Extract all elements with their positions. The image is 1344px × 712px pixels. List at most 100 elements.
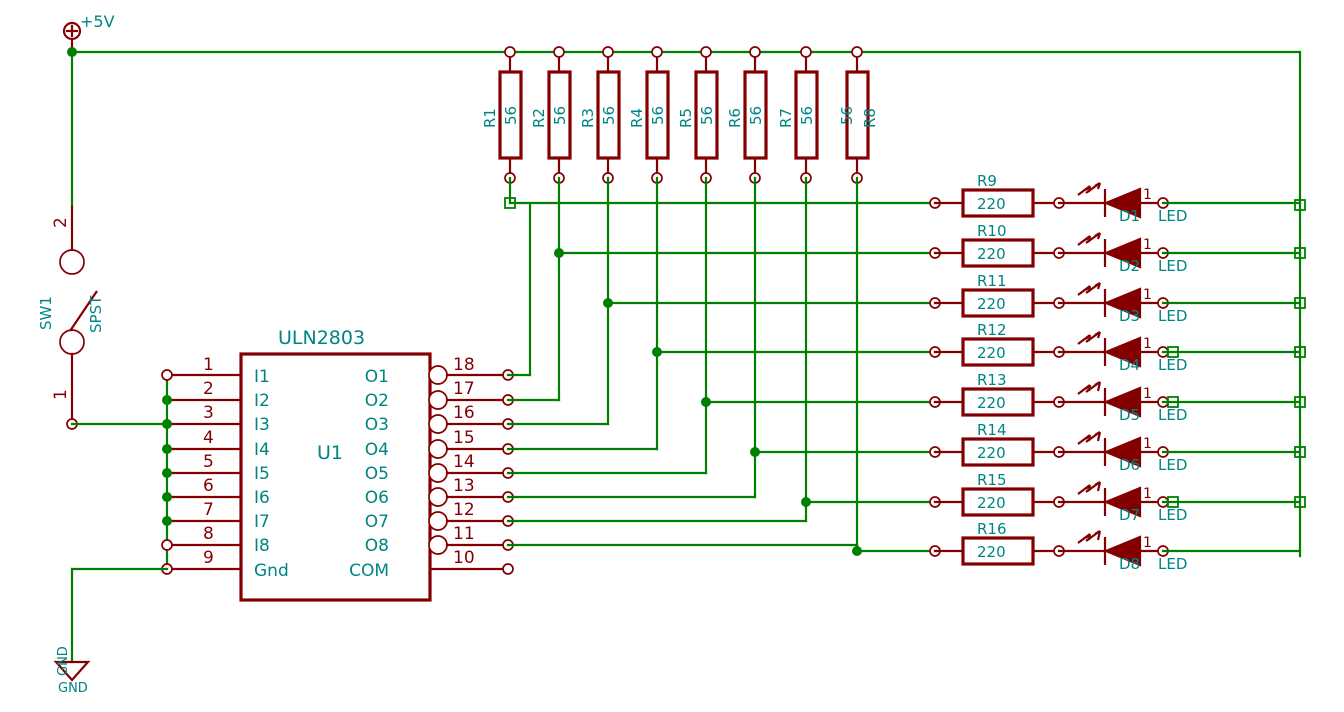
resistor-r5[interactable]: R5 56 xyxy=(677,46,719,184)
r16-reference: R16 xyxy=(977,520,1007,538)
junction-pin7 xyxy=(162,516,172,526)
r3-reference: R3 xyxy=(579,108,597,128)
ic-u1-uln2803[interactable]: ULN2803 U1 1 2 3 4 5 6 7 8 9 I1 I2 I3 I4… xyxy=(161,327,514,602)
u1-portname-i3: I3 xyxy=(254,415,270,435)
u1-pinnum-6: 6 xyxy=(203,476,214,496)
d4-emission-arrows xyxy=(1077,331,1102,345)
gnd-inner-label: GND xyxy=(56,646,71,676)
r1-value: 56 xyxy=(502,106,520,125)
u1-pinnum-2: 2 xyxy=(203,379,214,399)
junction-pin3 xyxy=(162,419,172,429)
d8-emission-arrows xyxy=(1077,530,1102,544)
resistor-r4[interactable]: R4 56 xyxy=(628,46,670,184)
led-row-1[interactable]: R9 220 1 D1 LED xyxy=(929,172,1302,225)
pullup-resistor-bank[interactable]: R1 56 R2 56 R3 56 R4 56 R5 56 R6 56 R7 5… xyxy=(481,46,879,184)
sw1-terminal-top xyxy=(59,249,85,275)
led-row-6[interactable]: R14 220 1 D6 LED xyxy=(929,421,1306,474)
u1-portname-i4: I4 xyxy=(254,440,270,460)
d1-pin1-number: 1 xyxy=(1143,187,1152,203)
d6-value: LED xyxy=(1158,456,1187,474)
r12-value: 220 xyxy=(977,344,1006,362)
d4-reference: D4 xyxy=(1119,356,1140,374)
u1-portname-com: COM xyxy=(349,561,389,581)
resistor-r1[interactable]: R1 56 xyxy=(481,46,523,184)
u1-bubble-o2 xyxy=(428,390,448,410)
d2-value: LED xyxy=(1158,257,1187,275)
d2-reference: D2 xyxy=(1119,257,1140,275)
switch-sw1[interactable]: 2 1 SW1 SPST xyxy=(37,205,105,430)
d5-pin1-number: 1 xyxy=(1143,386,1152,402)
resistor-r3[interactable]: R3 56 xyxy=(579,46,621,184)
schematic-canvas[interactable]: +5V 2 1 SW1 SPST ULN2803 U1 1 2 3 4 5 6 … xyxy=(0,0,1344,712)
u1-pinnum-17: 17 xyxy=(453,379,475,399)
d6-reference: D6 xyxy=(1119,456,1140,474)
u1-pinnum-16: 16 xyxy=(453,403,475,423)
u1-pinnum-1: 1 xyxy=(203,355,214,375)
power-symbol-plus5v[interactable]: +5V xyxy=(62,12,115,52)
plus5v-label: +5V xyxy=(80,12,115,31)
junction-pin2 xyxy=(162,395,172,405)
output-routing-nets[interactable] xyxy=(504,176,937,556)
r10-reference: R10 xyxy=(977,222,1007,240)
u1-pinnum-11: 11 xyxy=(453,524,475,544)
r4-reference: R4 xyxy=(628,108,646,128)
led-row-7[interactable]: R15 220 1 D7 LED xyxy=(929,471,1306,524)
sw1-reference: SW1 xyxy=(37,296,55,330)
r1-reference: R1 xyxy=(481,108,499,128)
r1-pin-top-dot xyxy=(504,46,516,58)
led-row-4[interactable]: R12 220 1 D4 LED xyxy=(929,321,1306,374)
d4-pin1-number: 1 xyxy=(1143,336,1152,352)
u1-bubble-o1 xyxy=(428,365,448,385)
d7-reference: D7 xyxy=(1119,506,1140,524)
r8-pin-top-dot xyxy=(851,46,863,58)
sw1-pin2-number: 2 xyxy=(51,217,71,228)
r6-reference: R6 xyxy=(726,108,744,128)
u1-portname-o1: O1 xyxy=(365,367,389,387)
u1-pinnum-10: 10 xyxy=(453,548,475,568)
led-row-bank[interactable]: R9 220 1 D1 LED R10 220 1 D2 LED R11 220… xyxy=(929,172,1306,573)
led-row-3[interactable]: R11 220 1 D3 LED xyxy=(929,272,1306,325)
led-row-5[interactable]: R13 220 1 D5 LED xyxy=(929,371,1306,424)
d6-emission-arrows xyxy=(1077,431,1102,445)
u1-pinnum-7: 7 xyxy=(203,500,214,520)
gnd-label: GND xyxy=(58,681,88,696)
resistor-r7[interactable]: R7 56 xyxy=(777,46,819,184)
led-row-8[interactable]: R16 220 1 D8 LED xyxy=(929,520,1302,573)
d7-value: LED xyxy=(1158,506,1187,524)
ground-net[interactable]: GND GND xyxy=(53,567,169,696)
u1-bubble-o3 xyxy=(428,414,448,434)
u1-pinnum-12: 12 xyxy=(453,500,475,520)
r5-value: 56 xyxy=(698,106,716,125)
net-input-bus[interactable] xyxy=(70,373,169,571)
junction-pin6 xyxy=(162,492,172,502)
u1-portname-o6: O6 xyxy=(365,488,389,508)
led-row-2[interactable]: R10 220 1 D2 LED xyxy=(929,222,1306,275)
r6-value: 56 xyxy=(747,106,765,125)
d6-pin1-number: 1 xyxy=(1143,436,1152,452)
r5-pin-top-dot xyxy=(700,46,712,58)
u1-pinnum-8: 8 xyxy=(203,524,214,544)
d3-value: LED xyxy=(1158,307,1187,325)
d1-emission-arrows xyxy=(1077,182,1102,196)
d2-emission-arrows xyxy=(1077,232,1102,246)
r7-value: 56 xyxy=(798,106,816,125)
resistor-r8[interactable]: 56 R8 xyxy=(838,46,879,184)
u1-portname-i5: I5 xyxy=(254,464,270,484)
u1-portname-o4: O4 xyxy=(365,440,389,460)
u1-portname-gnd: Gnd xyxy=(254,561,289,581)
u1-bubble-o6 xyxy=(428,487,448,507)
u1-pinnum-4: 4 xyxy=(203,428,214,448)
resistor-r2[interactable]: R2 56 xyxy=(530,46,572,184)
r15-value: 220 xyxy=(977,494,1006,512)
sw1-terminal-bottom xyxy=(59,329,85,355)
u1-pinnum-18: 18 xyxy=(453,355,475,375)
r6-pin-top-dot xyxy=(749,46,761,58)
r2-value: 56 xyxy=(551,106,569,125)
u1-left-pins[interactable]: 1 2 3 4 5 6 7 8 9 I1 I2 I3 I4 I5 I6 I7 I… xyxy=(161,355,289,581)
d2-pin1-number: 1 xyxy=(1143,237,1152,253)
r11-value: 220 xyxy=(977,295,1006,313)
resistor-r6[interactable]: R6 56 xyxy=(726,46,768,184)
r4-value: 56 xyxy=(649,106,667,125)
d1-value: LED xyxy=(1158,207,1187,225)
u1-portname-o8: O8 xyxy=(365,536,389,556)
